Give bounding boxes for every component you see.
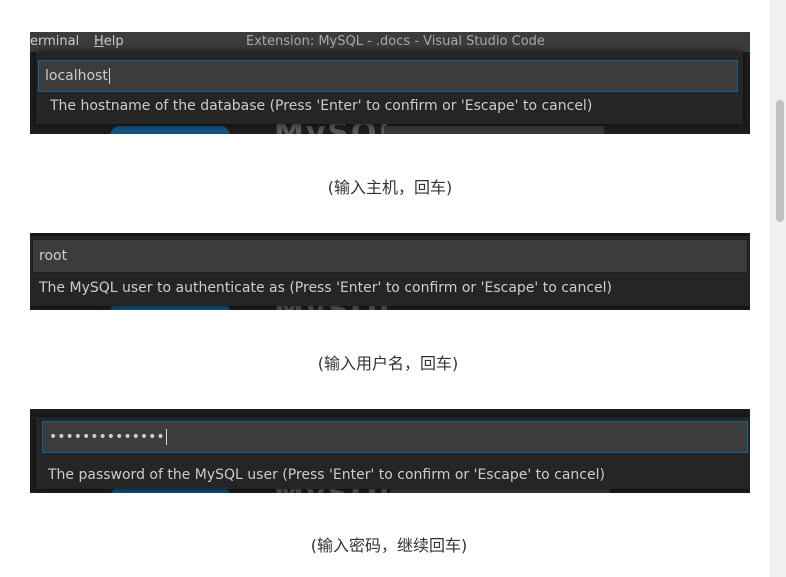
hostname-input-value: localhost: [45, 68, 108, 84]
username-prompt-message: The MySQL user to authenticate as (Press…: [39, 280, 613, 296]
menu-help-mnemonic: H: [94, 34, 104, 49]
password-input[interactable]: ••••••••••••••: [42, 421, 748, 453]
background-extension-id: [384, 126, 604, 134]
username-input-value: root: [39, 248, 68, 264]
password-prompt-message: The password of the MySQL user (Press 'E…: [48, 467, 605, 483]
background-extension-id: [390, 489, 610, 493]
text-cursor: [108, 68, 110, 84]
title-bar: erminal Help Extension: MySQL - .docs - …: [30, 32, 750, 52]
text-cursor: [165, 429, 167, 445]
password-input-value: ••••••••••••••: [49, 429, 165, 445]
scrollbar-thumb[interactable]: [776, 100, 784, 222]
caption-password: (输入密码，继续回车): [310, 536, 468, 555]
page-scrollbar[interactable]: [770, 0, 786, 577]
caption-host: (输入主机，回车): [327, 178, 453, 197]
window-title: Extension: MySQL - .docs - Visual Studio…: [246, 34, 545, 49]
document-page: MySQL erminal Help Extension: MySQL - .d…: [0, 0, 786, 577]
caption-username: (输入用户名，回车): [317, 354, 459, 373]
quick-input-panel: •••••••••••••• The password of the MySQL…: [36, 417, 750, 489]
quick-input-panel: localhost The hostname of the database (…: [36, 52, 743, 124]
username-input[interactable]: root: [32, 239, 748, 273]
vscode-screenshot-password: MySQL •••••••••••••• The password of the…: [30, 409, 750, 493]
background-install-button: [110, 126, 230, 134]
menu-help-label: elp: [103, 34, 124, 49]
menu-help[interactable]: Help: [94, 32, 124, 52]
vscode-screenshot-host: MySQL erminal Help Extension: MySQL - .d…: [30, 32, 750, 134]
menu-terminal[interactable]: erminal: [30, 32, 79, 52]
quick-input-panel: root The MySQL user to authenticate as (…: [30, 236, 750, 306]
hostname-input[interactable]: localhost: [38, 60, 738, 92]
vscode-screenshot-user: MySQL root The MySQL user to authenticat…: [30, 233, 750, 310]
hostname-prompt-message: The hostname of the database (Press 'Ent…: [50, 98, 593, 114]
